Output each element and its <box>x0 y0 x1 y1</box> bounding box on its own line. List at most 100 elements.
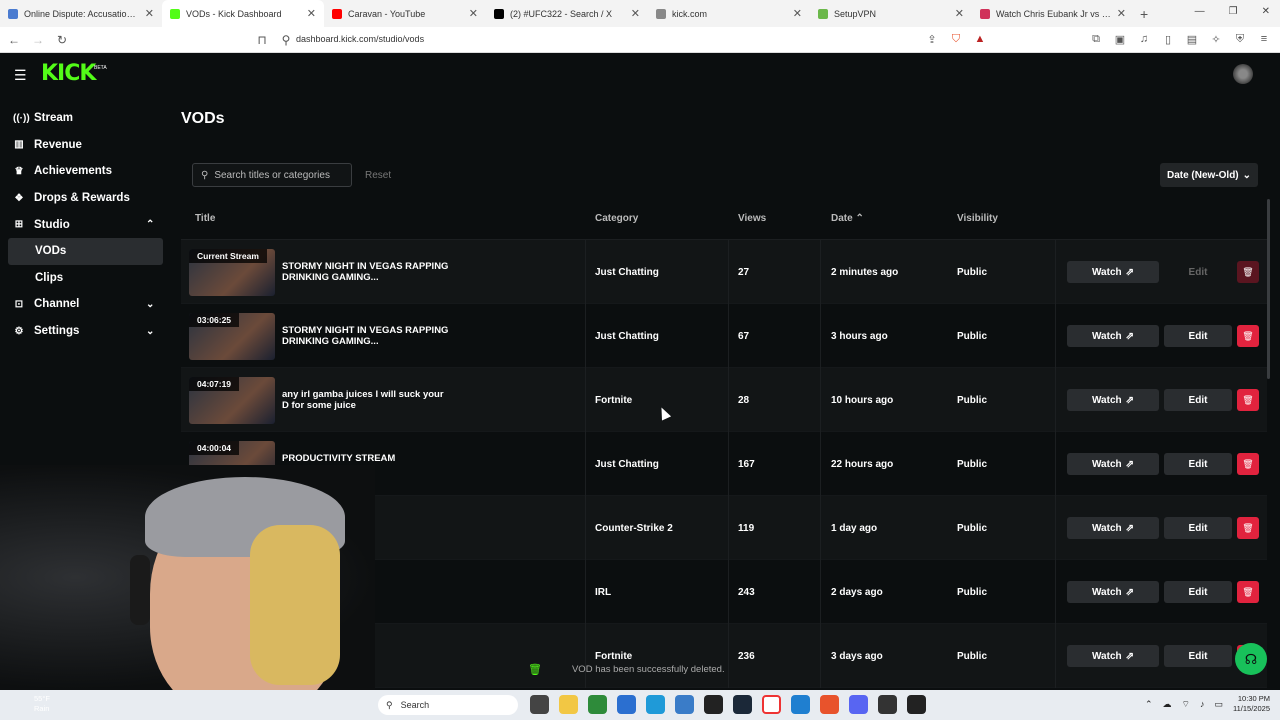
discord-icon[interactable] <box>849 695 868 714</box>
file-explorer-icon[interactable] <box>559 695 578 714</box>
watch-button[interactable]: Watch ⇗ <box>1067 645 1159 667</box>
site-info-icon[interactable]: ⚲ <box>276 33 296 47</box>
back-icon[interactable]: ← <box>4 33 24 47</box>
edge-icon[interactable] <box>646 695 665 714</box>
sidebar-item-drops-rewards[interactable]: ❖ Drops & Rewards <box>0 185 172 212</box>
chevron-icon[interactable]: ⌄ <box>146 326 154 337</box>
task-view-icon[interactable] <box>530 695 549 714</box>
bookmark-icon[interactable]: ⊓ <box>252 33 272 47</box>
delete-button[interactable]: 🗑 <box>1237 453 1259 475</box>
close-tab-icon[interactable]: ✕ <box>955 7 964 20</box>
close-tab-icon[interactable]: ✕ <box>1117 7 1126 20</box>
watch-button[interactable]: Watch ⇗ <box>1067 453 1159 475</box>
brave-icon[interactable] <box>820 695 839 714</box>
sidebar-item-settings[interactable]: ⚙ Settings ⌄ <box>0 318 172 345</box>
clock[interactable]: 10:30 PM 11/15/2025 <box>1233 694 1270 714</box>
calculator-icon[interactable] <box>675 695 694 714</box>
chevron-icon[interactable]: ⌃ <box>146 219 154 230</box>
sidebar-item-stream[interactable]: ((·)) Stream <box>0 105 172 132</box>
edit-button[interactable]: Edit <box>1164 453 1232 475</box>
edit-button[interactable]: Edit <box>1164 261 1232 283</box>
restore-icon[interactable]: ❐ <box>1229 6 1238 17</box>
menu-icon[interactable]: ≡ <box>1258 33 1270 46</box>
xbox-icon[interactable] <box>588 695 607 714</box>
sidebar-item-achievements[interactable]: ♛ Achievements <box>0 158 172 185</box>
minimize-icon[interactable]: — <box>1195 6 1205 17</box>
search-box[interactable]: ⚲ <box>192 163 352 187</box>
watch-button[interactable]: Watch ⇗ <box>1067 389 1159 411</box>
delete-button[interactable]: 🗑 <box>1237 581 1259 603</box>
delete-button[interactable]: 🗑 <box>1237 389 1259 411</box>
browser-tab[interactable]: (2) #UFC322 - Search / X ✕ <box>486 0 648 27</box>
edit-button[interactable]: Edit <box>1164 581 1232 603</box>
edit-button[interactable]: Edit <box>1164 645 1232 667</box>
scrollbar[interactable] <box>1267 199 1270 379</box>
volume-icon[interactable]: ♪ <box>1200 699 1205 709</box>
sidebar-subitem-clips[interactable]: Clips <box>0 265 172 292</box>
vod-thumbnail[interactable]: 03:06:25 <box>189 313 275 360</box>
column-views[interactable]: Views <box>738 213 766 224</box>
browser-tab[interactable]: Online Dispute: Accusations and Def ✕ <box>0 0 162 27</box>
column-visibility[interactable]: Visibility <box>957 213 998 224</box>
close-tab-icon[interactable]: ✕ <box>469 7 478 20</box>
column-category[interactable]: Category <box>595 213 638 224</box>
github-icon[interactable] <box>704 695 723 714</box>
onedrive-icon[interactable]: ☁ <box>1163 699 1172 710</box>
vod-thumbnail[interactable]: Current Stream <box>189 249 275 296</box>
sidebar-item-studio[interactable]: ⊞ Studio ⌃ <box>0 211 172 238</box>
new-tab-button[interactable]: + <box>1140 6 1148 22</box>
table-row[interactable]: 03:06:25 STORMY NIGHT IN VEGAS RAPPING DR… <box>181 304 1267 368</box>
sidebar-item-channel[interactable]: ⊡ Channel ⌄ <box>0 291 172 318</box>
forward-icon[interactable]: → <box>28 33 48 47</box>
sidebar-item-revenue[interactable]: ▥ Revenue <box>0 132 172 159</box>
reset-button[interactable]: Reset <box>365 170 391 181</box>
column-title[interactable]: Title <box>195 213 215 224</box>
close-tab-icon[interactable]: ✕ <box>145 7 154 20</box>
watch-button[interactable]: Watch ⇗ <box>1067 261 1159 283</box>
sidebar-subitem-vods[interactable]: VODs <box>8 237 163 265</box>
watch-button[interactable]: Watch ⇗ <box>1067 517 1159 539</box>
weather-widget[interactable]: 55°F Rain <box>34 694 50 714</box>
sidebar-icon[interactable]: ▯ <box>1162 33 1174 46</box>
close-tab-icon[interactable]: ✕ <box>631 7 640 20</box>
store-icon[interactable] <box>617 695 636 714</box>
vod-thumbnail[interactable]: 04:07:19 <box>189 377 275 424</box>
delete-button[interactable]: 🗑 <box>1237 517 1259 539</box>
column-date[interactable]: Date ⌃ <box>831 213 864 224</box>
reload-icon[interactable]: ↻ <box>52 33 72 47</box>
hamburger-menu-icon[interactable]: ☰ <box>14 67 27 84</box>
close-tab-icon[interactable]: ✕ <box>307 7 316 20</box>
close-tab-icon[interactable]: ✕ <box>793 7 802 20</box>
vpn-icon[interactable]: ⛨ <box>1234 33 1246 46</box>
browser-tab[interactable]: Caravan - YouTube ✕ <box>324 0 486 27</box>
epic-games-icon[interactable] <box>907 695 926 714</box>
battery-icon[interactable]: ▭ <box>1215 699 1224 710</box>
browser-tab[interactable]: VODs - Kick Dashboard ✕ <box>162 0 324 27</box>
edit-button[interactable]: Edit <box>1164 517 1232 539</box>
kick-logo[interactable]: KICK <box>41 61 96 86</box>
browser-tab[interactable]: Watch Chris Eubank Jr vs Conor Ben ✕ <box>972 0 1134 27</box>
url-text[interactable]: dashboard.kick.com/studio/vods <box>296 34 424 44</box>
watch-button[interactable]: Watch ⇗ <box>1067 325 1159 347</box>
delete-button[interactable]: 🗑 <box>1237 325 1259 347</box>
help-chat-icon[interactable]: ☊ <box>1235 643 1267 675</box>
user-avatar[interactable] <box>1233 64 1253 84</box>
delete-button[interactable]: 🗑 <box>1237 261 1259 283</box>
close-window-icon[interactable]: ✕ <box>1262 6 1270 17</box>
brave-rewards-icon[interactable]: ▲ <box>974 33 986 46</box>
taskbar-search[interactable]: ⚲ Search <box>378 695 518 715</box>
sort-dropdown[interactable]: Date (New-Old) ⌄ <box>1160 163 1258 187</box>
share-icon[interactable]: ⇪ <box>926 33 938 46</box>
chevron-up-icon[interactable]: ⌃ <box>1145 699 1153 710</box>
table-row[interactable]: Current Stream STORMY NIGHT IN VEGAS RAPP… <box>181 240 1267 304</box>
browser-tab[interactable]: kick.com ✕ <box>648 0 810 27</box>
chevron-icon[interactable]: ⌄ <box>146 299 154 310</box>
watch-button[interactable]: Watch ⇗ <box>1067 581 1159 603</box>
media-icon[interactable]: ♫ <box>1138 33 1150 46</box>
app-green-icon[interactable] <box>762 695 781 714</box>
brave-shield-icon[interactable]: ⛉ <box>950 33 962 46</box>
vscode-icon[interactable] <box>791 695 810 714</box>
network-icon[interactable]: ⌔ <box>1182 699 1190 710</box>
search-input[interactable] <box>214 169 335 181</box>
edit-button[interactable]: Edit <box>1164 325 1232 347</box>
